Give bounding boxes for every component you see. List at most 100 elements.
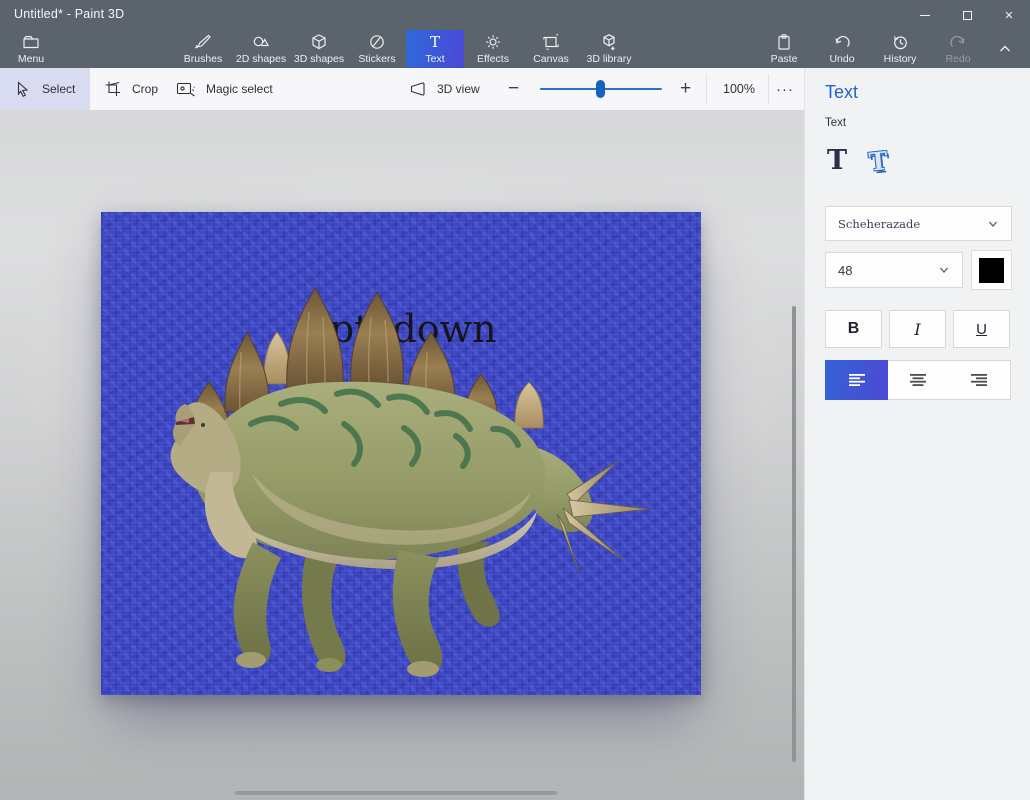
menu-label: Menu xyxy=(18,53,44,65)
more-options-button[interactable]: ··· xyxy=(770,68,800,110)
tab-3d-shapes[interactable]: 3D shapes xyxy=(290,30,348,68)
cube-icon xyxy=(309,32,329,52)
cursor-icon xyxy=(14,80,32,98)
undo-button[interactable]: Undo xyxy=(813,30,871,68)
3d-view-button[interactable]: 3D view xyxy=(408,68,480,110)
magic-select-label: Magic select xyxy=(206,82,273,96)
align-left-icon xyxy=(847,372,867,388)
tab-label: Effects xyxy=(477,53,509,65)
tab-stickers[interactable]: Stickers xyxy=(348,30,406,68)
tab-text[interactable]: T Text xyxy=(406,30,464,68)
close-icon: ✕ xyxy=(1004,9,1013,22)
collapse-ribbon-button[interactable] xyxy=(988,30,1022,68)
tab-label: Canvas xyxy=(533,53,569,65)
toolbar-separator xyxy=(706,74,707,104)
action-label: Undo xyxy=(829,53,854,65)
tab-3d-library[interactable]: 3D library xyxy=(580,30,638,68)
crop-label: Crop xyxy=(132,82,158,96)
tab-label: 3D shapes xyxy=(294,53,344,65)
text-color-picker[interactable] xyxy=(971,250,1012,290)
text-style-row: B I U xyxy=(825,310,1010,348)
redo-button[interactable]: Redo xyxy=(929,30,987,68)
brush-icon xyxy=(193,32,213,52)
align-right-button[interactable] xyxy=(949,361,1010,399)
history-clock-icon xyxy=(890,32,910,52)
tab-canvas[interactable]: Canvas xyxy=(522,30,580,68)
font-family-select[interactable]: Scheherazade xyxy=(825,206,1012,241)
menu-button[interactable]: Menu xyxy=(2,30,60,68)
toolbar-separator xyxy=(768,74,769,104)
action-label: Redo xyxy=(945,53,970,65)
align-center-icon xyxy=(908,372,928,388)
canvas-frame-icon xyxy=(541,32,561,52)
maximize-button[interactable] xyxy=(946,0,988,30)
history-button[interactable]: History xyxy=(871,30,929,68)
align-left-button[interactable] xyxy=(825,360,888,400)
underline-button[interactable]: U xyxy=(953,310,1010,348)
vertical-scrollbar[interactable] xyxy=(792,306,796,762)
window-title: Untitled* - Paint 3D xyxy=(14,7,124,21)
redo-icon xyxy=(948,32,968,52)
tab-2d-shapes[interactable]: 2D shapes xyxy=(232,30,290,68)
stegosaurus-image[interactable] xyxy=(101,212,701,695)
select-button[interactable]: Select xyxy=(0,68,90,110)
zoom-slider[interactable] xyxy=(540,88,662,90)
canvas-text[interactable]: uptodown xyxy=(101,307,701,351)
font-size-value: 48 xyxy=(838,263,852,278)
undo-icon xyxy=(832,32,852,52)
tab-label: 3D library xyxy=(587,53,632,65)
2d-text-icon[interactable]: T xyxy=(827,145,847,176)
panel-title: Text xyxy=(825,82,858,103)
text-type-row: T T xyxy=(827,134,888,176)
maximize-icon xyxy=(963,11,972,20)
tab-label: Stickers xyxy=(358,53,395,65)
ellipsis-icon: ··· xyxy=(776,81,794,98)
zoom-in-button[interactable]: + xyxy=(680,68,691,110)
minimize-button[interactable] xyxy=(904,0,946,30)
action-label: Paste xyxy=(771,53,798,65)
workspace[interactable]: uptodown xyxy=(0,110,804,800)
italic-button[interactable]: I xyxy=(889,310,946,348)
ribbon: Menu Brushes 2D shapes 3D shapes xyxy=(0,30,1030,68)
tab-label: Brushes xyxy=(184,53,223,65)
align-right-icon xyxy=(969,372,989,388)
paste-button[interactable]: Paste xyxy=(755,30,813,68)
alignment-row xyxy=(825,360,1011,400)
magic-select-button[interactable]: Magic select xyxy=(176,68,273,110)
crop-button[interactable]: Crop xyxy=(104,68,158,110)
zoom-level-button[interactable]: 100% xyxy=(712,68,766,110)
action-label: History xyxy=(884,53,917,65)
sticker-icon xyxy=(367,32,387,52)
magic-select-icon xyxy=(176,80,196,98)
3d-view-icon xyxy=(408,80,427,98)
text-panel: Text Text T T Scheherazade 48 B I U xyxy=(804,68,1030,800)
crop-icon xyxy=(104,80,122,98)
zoom-out-button[interactable]: − xyxy=(508,68,519,110)
window-controls: ✕ xyxy=(904,0,1030,30)
ribbon-tabs: Brushes 2D shapes 3D shapes Stickers xyxy=(174,30,638,68)
titlebar: Untitled* - Paint 3D ✕ xyxy=(0,0,1030,30)
align-center-button[interactable] xyxy=(887,361,948,399)
sun-icon xyxy=(483,32,503,52)
folder-icon xyxy=(21,32,41,52)
bold-icon: B xyxy=(848,320,860,338)
svg-text:T: T xyxy=(430,33,440,51)
tab-brushes[interactable]: Brushes xyxy=(174,30,232,68)
bold-button[interactable]: B xyxy=(825,310,882,348)
zoom-level-value: 100% xyxy=(723,82,755,96)
tab-effects[interactable]: Effects xyxy=(464,30,522,68)
tab-label: 2D shapes xyxy=(236,53,286,65)
zoom-slider-thumb[interactable] xyxy=(596,80,605,98)
text-color-swatch xyxy=(979,258,1004,283)
text-tool-icon: T xyxy=(425,32,445,52)
font-size-select[interactable]: 48 xyxy=(825,252,963,288)
italic-icon: I xyxy=(914,320,920,339)
3d-text-icon[interactable]: T xyxy=(868,146,890,177)
plus-icon: + xyxy=(680,78,691,100)
close-button[interactable]: ✕ xyxy=(988,0,1030,30)
select-label: Select xyxy=(42,82,75,96)
tool-options-bar: Select Crop Magic select 3D view − + 100… xyxy=(0,68,804,110)
paint-canvas[interactable]: uptodown xyxy=(101,212,701,695)
horizontal-scrollbar[interactable] xyxy=(235,791,557,795)
chevron-down-icon xyxy=(987,218,999,230)
